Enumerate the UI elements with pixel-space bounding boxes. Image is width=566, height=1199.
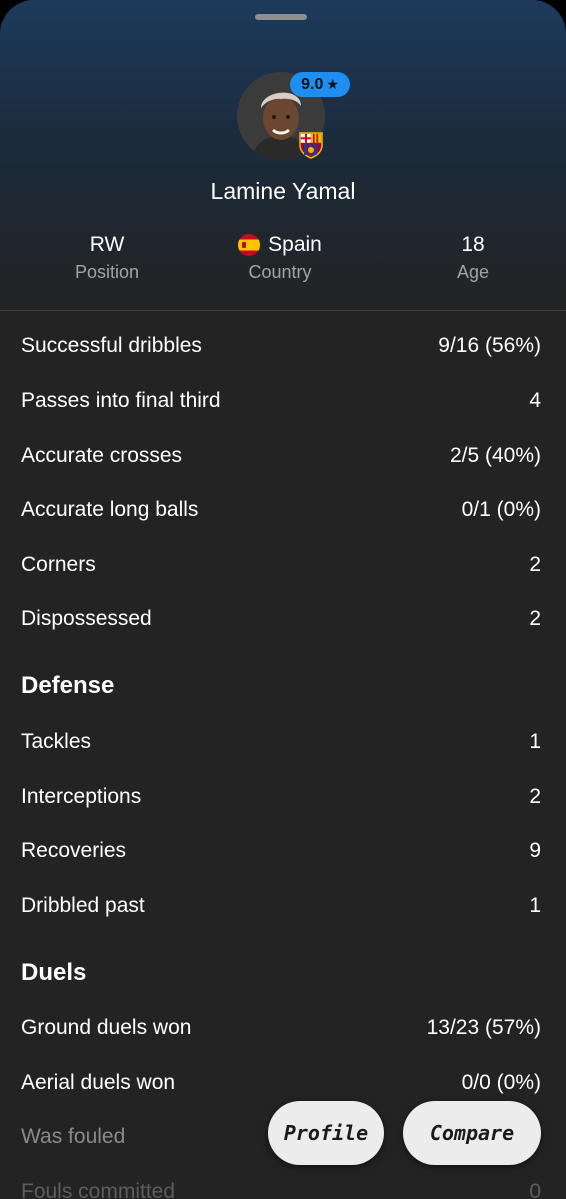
stat-value: 0/0 (0%) xyxy=(461,1071,541,1094)
player-stats-sheet: 9.0 ★ Lamine Yamal RW Position Spain Cou… xyxy=(0,0,566,1199)
star-icon: ★ xyxy=(326,76,339,92)
stat-value: 1 xyxy=(529,894,541,917)
stat-label: Ground duels won xyxy=(21,1016,192,1039)
player-name: Lamine Yamal xyxy=(210,178,356,204)
stat-label: Recoveries xyxy=(21,839,127,862)
stat-value: 1 xyxy=(529,730,541,753)
position-label: Position xyxy=(74,262,140,282)
stat-label: Was fouled xyxy=(21,1125,126,1148)
stat-row-ground-duels: Ground duels won 13/23 (57%) xyxy=(21,1012,541,1044)
stat-label: Accurate long balls xyxy=(21,498,199,521)
stat-label: Corners xyxy=(21,553,96,576)
age-info: 18 Age xyxy=(383,231,563,283)
stat-row-tackles: Tackles 1 xyxy=(21,726,541,758)
spain-flag-icon xyxy=(238,234,261,256)
stat-row-accurate-crosses: Accurate crosses 2/5 (40%) xyxy=(21,440,541,472)
stat-value: 0/1 (0%) xyxy=(461,498,541,521)
country-value: Spain xyxy=(268,233,322,256)
compare-button[interactable]: Compare xyxy=(403,1101,541,1165)
stat-value: 0 xyxy=(529,1180,541,1199)
stat-value: 13/23 (57%) xyxy=(426,1016,541,1039)
section-title-duels: Duels xyxy=(21,959,87,986)
header-divider xyxy=(0,310,566,311)
stat-label: Fouls committed xyxy=(21,1180,176,1199)
stat-value: 9 xyxy=(529,839,541,862)
age-value: 18 xyxy=(461,233,485,256)
stat-label: Aerial duels won xyxy=(21,1071,176,1094)
stat-row-corners: Corners 2 xyxy=(21,549,541,581)
stat-label: Passes into final third xyxy=(21,389,221,412)
stat-value: 2 xyxy=(529,553,541,576)
age-label: Age xyxy=(456,262,490,282)
stat-row-dribbled-past: Dribbled past 1 xyxy=(21,890,541,922)
stat-row-recoveries: Recoveries 9 xyxy=(21,835,541,867)
drag-handle[interactable] xyxy=(255,14,307,20)
stat-row-passes-final-third: Passes into final third 4 xyxy=(21,385,541,417)
stat-row-interceptions: Interceptions 2 xyxy=(21,781,541,813)
club-crest-icon xyxy=(298,131,324,159)
position-info: RW Position xyxy=(17,231,197,283)
stat-row-accurate-long-balls: Accurate long balls 0/1 (0%) xyxy=(21,494,541,526)
stat-row-aerial-duels: Aerial duels won 0/0 (0%) xyxy=(21,1067,541,1099)
position-value: RW xyxy=(89,233,125,256)
stat-value: 9/16 (56%) xyxy=(438,334,541,357)
profile-button[interactable]: Profile xyxy=(268,1101,384,1165)
rating-value: 9.0 xyxy=(301,75,324,93)
stat-label: Tackles xyxy=(21,730,92,753)
stat-row-successful-dribbles: Successful dribbles 9/16 (56%) xyxy=(21,330,541,362)
stat-row-dispossessed: Dispossessed 2 xyxy=(21,603,541,635)
country-label: Country xyxy=(248,262,312,282)
rating-badge: 9.0 ★ xyxy=(290,72,350,97)
country-info: Spain Country xyxy=(190,231,370,283)
stat-label: Interceptions xyxy=(21,785,142,808)
section-title-defense: Defense xyxy=(21,672,115,699)
stat-label: Dispossessed xyxy=(21,607,152,630)
stat-row-fouls-committed: Fouls committed 0 xyxy=(21,1176,541,1199)
stat-value: 4 xyxy=(529,389,541,412)
stat-value: 2 xyxy=(529,785,541,808)
stat-value: 2 xyxy=(529,607,541,630)
stat-value: 2/5 (40%) xyxy=(449,444,541,467)
stat-label: Successful dribbles xyxy=(21,334,202,357)
stat-label: Dribbled past xyxy=(21,894,145,917)
stat-label: Accurate crosses xyxy=(21,444,183,467)
